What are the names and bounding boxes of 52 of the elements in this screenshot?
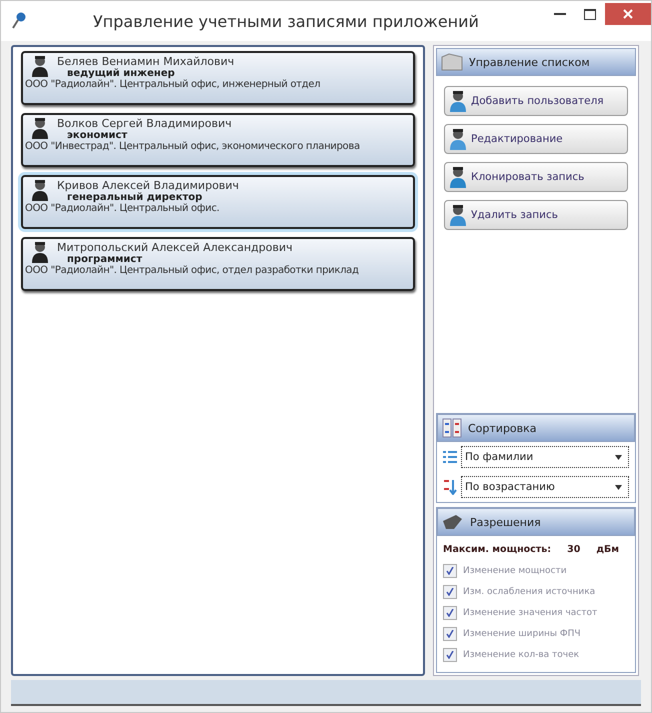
maximize-icon bbox=[584, 8, 596, 20]
list-icon bbox=[443, 451, 457, 463]
user-position: программист bbox=[67, 254, 142, 265]
user-position: экономист bbox=[66, 130, 128, 141]
user-icon bbox=[31, 241, 49, 263]
user-organization: ООО "Радиолайн". Центральный офис, отдел разработки приклад bbox=[25, 265, 360, 276]
checkbox-label: Изменение ширины ФПЧ bbox=[463, 629, 581, 639]
max-power-label: Максим. мощность: bbox=[443, 544, 552, 555]
user-card[interactable]: Беляев Вениамин Михайлович ведущий инженер ООО "Радиолайн". Центральный офис, инженерный отдел bbox=[21, 51, 415, 105]
user-position: ведущий инженер bbox=[66, 68, 176, 79]
user-icon bbox=[449, 90, 467, 112]
minimize-icon bbox=[554, 13, 566, 15]
user-icon bbox=[449, 166, 467, 188]
close-icon bbox=[623, 9, 633, 19]
user-icon bbox=[449, 128, 467, 150]
user-icon bbox=[449, 204, 467, 226]
user-card[interactable]: Митропольский Алексей Александрович программист ООО "Радиолайн". Центральный офис, отдел разработки приклад bbox=[21, 237, 415, 291]
user-position: генеральный директор bbox=[66, 192, 204, 203]
close-button[interactable] bbox=[605, 3, 651, 25]
action-button[interactable]: Редактирование bbox=[444, 124, 628, 154]
user-card[interactable]: Волков Сергей Владимирович экономист ООО "Инвестрад". Центральный офис, экономического планирова bbox=[21, 113, 415, 167]
user-name: Волков Сергей Владимирович bbox=[57, 117, 232, 130]
dropdown-arrow-icon bbox=[615, 484, 622, 490]
checkbox-label: Изм. ослабления источника bbox=[463, 587, 596, 597]
user-name: Митропольский Алексей Александрович bbox=[57, 241, 293, 254]
user-icon bbox=[31, 179, 49, 201]
sort-icon bbox=[442, 418, 462, 438]
sort-order-dropdown[interactable]: По возрастанию bbox=[461, 476, 629, 498]
checkbox-label: Изменение мощности bbox=[463, 566, 567, 576]
user-organization: ООО "Радиолайн". Центральный офис. bbox=[25, 203, 220, 214]
action-button[interactable]: Клонировать запись bbox=[444, 162, 628, 192]
sort-field-dropdown[interactable]: По фамилии bbox=[461, 446, 629, 468]
user-icon bbox=[31, 55, 49, 77]
panel-title: Разрешения bbox=[470, 516, 541, 528]
max-power-value: 30 bbox=[567, 544, 580, 555]
user-icon bbox=[31, 117, 49, 139]
sort-order-icon bbox=[443, 479, 457, 495]
user-name: Беляев Вениамин Михайлович bbox=[57, 55, 234, 68]
key-icon bbox=[11, 12, 27, 30]
user-card[interactable]: Кривов Алексей Владимирович генеральный директор ООО "Радиолайн". Центральный офис. bbox=[21, 175, 415, 229]
max-power-unit: дБм bbox=[596, 544, 620, 555]
checkbox-label: Изменение значения частот bbox=[463, 608, 598, 618]
panel-title: Сортировка bbox=[468, 422, 537, 434]
window-title: Управление учетными записями приложений bbox=[92, 12, 480, 30]
user-organization: ООО "Радиолайн". Центральный офис, инженерный отдел bbox=[25, 79, 322, 90]
dropdown-arrow-icon bbox=[615, 454, 622, 460]
user-organization: ООО "Инвестрад". Центральный офис, экономического планирова bbox=[25, 141, 361, 152]
action-button[interactable]: Удалить запись bbox=[444, 200, 628, 230]
panel-title: Управление списком bbox=[469, 56, 590, 68]
action-button[interactable]: Добавить пользователя bbox=[444, 86, 628, 116]
checkbox-label: Изменение кол-ва точек bbox=[463, 650, 580, 660]
user-name: Кривов Алексей Владимирович bbox=[57, 179, 239, 192]
